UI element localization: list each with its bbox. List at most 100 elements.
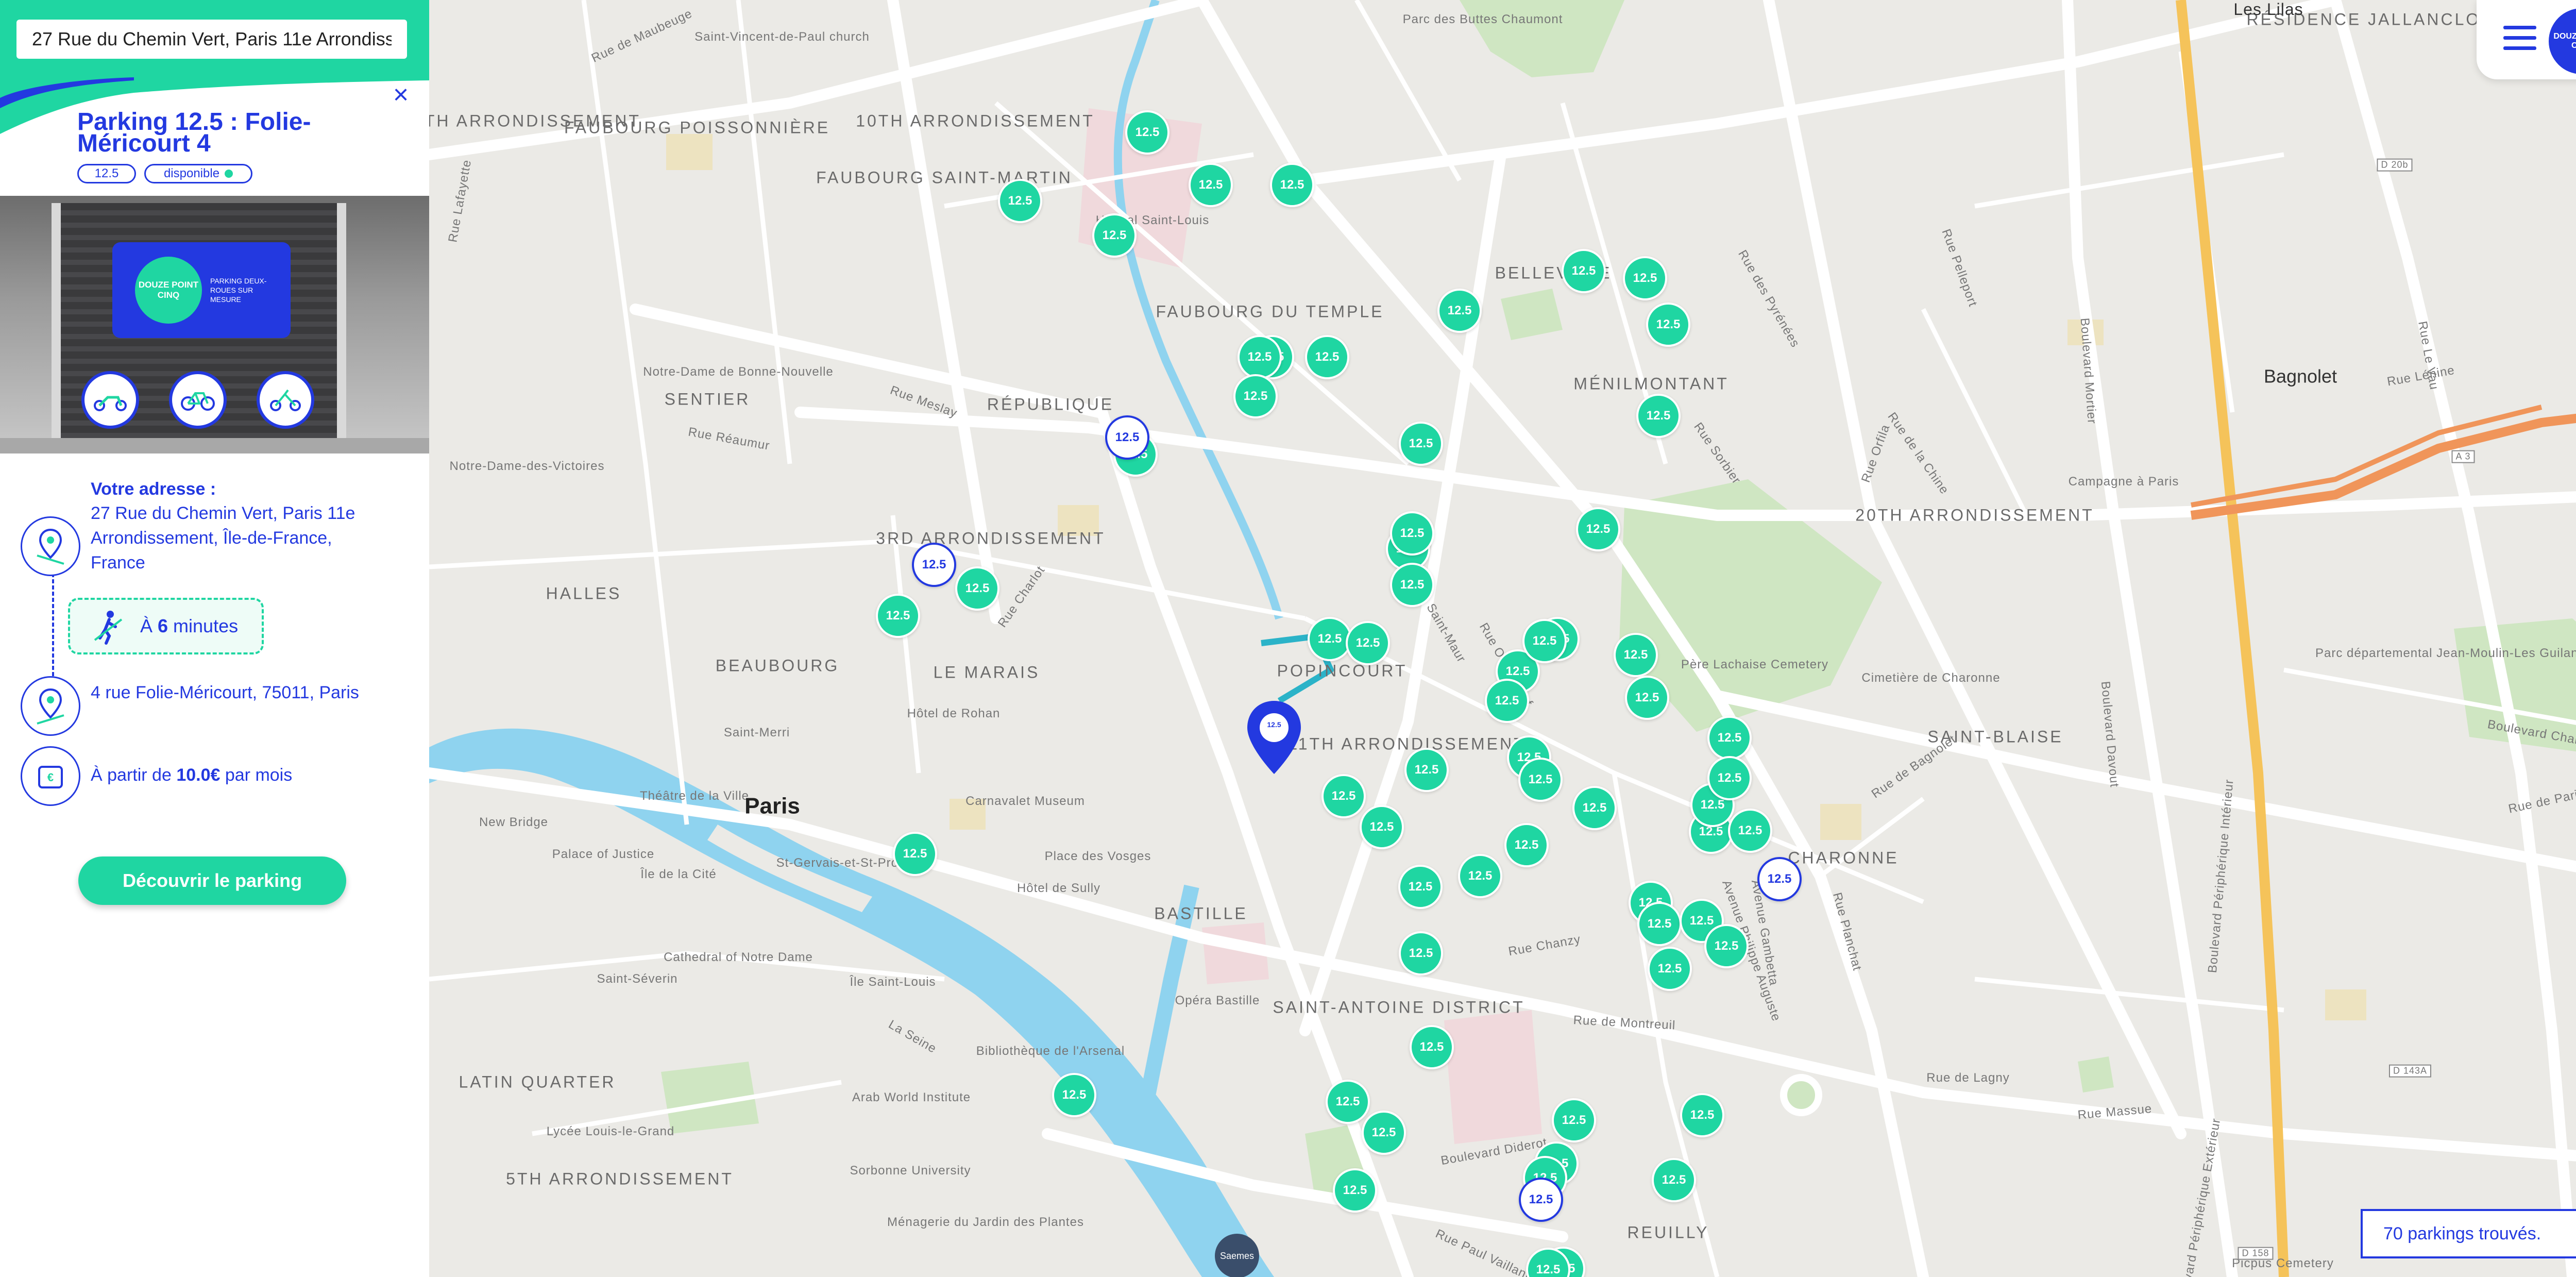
parking-marker[interactable]: 12.5: [1707, 716, 1752, 760]
parking-marker[interactable]: 12.5: [1238, 335, 1282, 379]
parking-marker[interactable]: 12.5: [1648, 947, 1692, 991]
parking-marker[interactable]: 12.5: [1189, 163, 1233, 207]
results-toast: 70 parkings trouvés. ×: [2361, 1209, 2576, 1258]
search-bar: [0, 0, 429, 77]
status-badge-label: disponible: [163, 166, 220, 180]
status-badge: disponible: [144, 164, 252, 183]
parking-marker[interactable]: 12.5: [1346, 621, 1390, 665]
parking-marker[interactable]: 12.5: [1125, 110, 1170, 155]
search-input[interactable]: [16, 20, 407, 59]
parking-marker[interactable]: 12.5: [1572, 786, 1617, 830]
poi-label: Saint-Vincent-de-Paul church: [694, 30, 870, 44]
saemes-marker[interactable]: Saemes: [1215, 1234, 1259, 1277]
map-label: RÉPUBLIQUE: [987, 395, 1114, 414]
results-count-text: 70 parkings trouvés.: [2383, 1223, 2541, 1244]
poi-label: Hôtel de Rohan: [907, 707, 1001, 721]
parking-marker[interactable]: 12.5: [955, 566, 999, 611]
brand-sign: DOUZE POINT CINQ PARKING DEUX-ROUES SUR …: [112, 242, 291, 338]
parking-marker[interactable]: 12.5: [1308, 617, 1352, 661]
poi-label: Carnavalet Museum: [965, 794, 1085, 809]
price-prefix: À partir de: [91, 765, 177, 785]
parking-marker[interactable]: 12.5: [1504, 823, 1549, 867]
hamburger-icon[interactable]: [2503, 26, 2536, 53]
parking-marker[interactable]: 12.5: [1410, 1025, 1454, 1069]
parking-marker[interactable]: 12.5: [1333, 1168, 1377, 1213]
parking-marker[interactable]: 12.5: [1052, 1073, 1096, 1117]
sign-logo: DOUZE POINT CINQ: [135, 257, 202, 324]
map-label: LATIN QUARTER: [459, 1072, 616, 1091]
parking-marker-outline[interactable]: 12.5: [1519, 1178, 1563, 1222]
road-shield: D 158: [2238, 1247, 2274, 1260]
poi-label: Parc des Buttes Chaumont: [1402, 12, 1563, 27]
parking-marker[interactable]: 12.5: [1399, 931, 1443, 976]
parking-marker[interactable]: 12.5: [1646, 303, 1690, 347]
map-canvas[interactable]: 9TH ARRONDISSEMENT FAUBOURG POISSONNIÈRE…: [429, 0, 2576, 1277]
map-label: SENTIER: [664, 390, 751, 409]
parking-marker[interactable]: 12.5: [1398, 865, 1443, 909]
parking-marker[interactable]: 12.5: [1704, 924, 1749, 968]
walking-person-icon: [94, 611, 123, 645]
discover-parking-button[interactable]: Découvrir le parking: [78, 856, 346, 905]
parking-marker[interactable]: 12.5: [1576, 507, 1620, 551]
parking-marker[interactable]: 12.5: [1518, 758, 1563, 802]
scooter-icon: [81, 371, 139, 429]
travel-minutes: 6: [158, 615, 168, 636]
street-label: Rue de Lagny: [1926, 1071, 2010, 1085]
parking-marker[interactable]: 12.5: [998, 179, 1042, 223]
poi-label: Parc départemental Jean-Moulin-Les Guila…: [2315, 646, 2576, 661]
garage-floor: [0, 438, 429, 453]
parking-marker[interactable]: 12.5: [1437, 289, 1482, 333]
brand-logo[interactable]: DOUZE POINT CINQ: [2549, 8, 2576, 74]
parking-marker[interactable]: 12.5: [1362, 1111, 1406, 1155]
parking-marker[interactable]: 12.5: [1552, 1098, 1596, 1142]
parking-marker[interactable]: 12.5: [1390, 563, 1434, 607]
parking-marker[interactable]: 12.5: [1707, 756, 1752, 800]
parking-marker[interactable]: 12.5: [1728, 809, 1772, 853]
parking-marker-outline[interactable]: 12.5: [912, 543, 956, 587]
parking-marker[interactable]: 12.5: [1637, 902, 1682, 946]
size-badge: 12.5: [77, 164, 136, 183]
price-value: 10.0€: [176, 765, 221, 785]
parking-marker[interactable]: 12.5: [1233, 374, 1278, 418]
price-text: À partir de 10.0€ par mois: [91, 763, 379, 787]
poi-label: Lycée Louis-le-Grand: [546, 1124, 675, 1139]
travel-time-label: À 6 minutes: [140, 615, 238, 637]
map-label: FAUBOURG POISSONNIÈRE: [564, 118, 831, 137]
parking-marker[interactable]: 12.5: [1360, 805, 1404, 849]
parking-marker[interactable]: 12.5: [1522, 619, 1567, 663]
parking-marker-outline[interactable]: 12.5: [1757, 857, 1802, 901]
parking-marker-outline[interactable]: 12.5: [1105, 415, 1149, 460]
map-label: BEAUBOURG: [715, 656, 840, 675]
parking-marker[interactable]: 12.5: [1326, 1080, 1370, 1124]
parking-marker[interactable]: 12.5: [893, 832, 937, 876]
parking-marker[interactable]: 12.5: [1404, 748, 1449, 792]
parking-marker[interactable]: 12.5: [1390, 511, 1434, 556]
parking-marker[interactable]: 12.5: [1270, 163, 1314, 207]
poi-label: Cathedral of Notre Dame: [664, 950, 813, 965]
close-button[interactable]: ×: [388, 81, 413, 108]
poi-label: Hôtel de Sully: [1016, 881, 1101, 896]
map-label: 5TH ARRONDISSEMENT: [506, 1169, 734, 1188]
parking-marker[interactable]: 12.5: [1485, 679, 1529, 723]
parking-marker[interactable]: 12.5: [1680, 1093, 1724, 1137]
parking-marker[interactable]: 12.5: [1623, 256, 1667, 300]
parking-marker[interactable]: 12.5: [1625, 676, 1669, 720]
city-label: Bagnolet: [2263, 365, 2337, 387]
parking-marker[interactable]: 12.5: [1636, 394, 1681, 438]
road-shield: A 3: [2451, 450, 2475, 463]
poi-label: Île de la Cité: [640, 867, 717, 882]
parking-marker[interactable]: 12.5: [1652, 1158, 1696, 1202]
selected-location-pin[interactable]: 12.5: [1245, 699, 1303, 776]
map-label: REUILLY: [1627, 1223, 1709, 1242]
parking-marker[interactable]: 12.5: [1305, 335, 1349, 379]
parking-marker[interactable]: 12.5: [1614, 633, 1658, 677]
parking-marker[interactable]: 12.5: [1562, 249, 1606, 293]
your-address-text: 27 Rue du Chemin Vert, Paris 11e Arrondi…: [91, 503, 355, 573]
parking-marker[interactable]: 12.5: [876, 594, 920, 638]
travel-suffix: minutes: [168, 615, 239, 636]
parking-marker[interactable]: 12.5: [1092, 213, 1137, 258]
parking-marker[interactable]: 12.5: [1458, 854, 1502, 898]
parking-marker[interactable]: 12.5: [1399, 422, 1443, 466]
parking-marker[interactable]: 12.5: [1321, 774, 1366, 818]
poi-label: Notre-Dame de Bonne-Nouvelle: [643, 365, 834, 379]
